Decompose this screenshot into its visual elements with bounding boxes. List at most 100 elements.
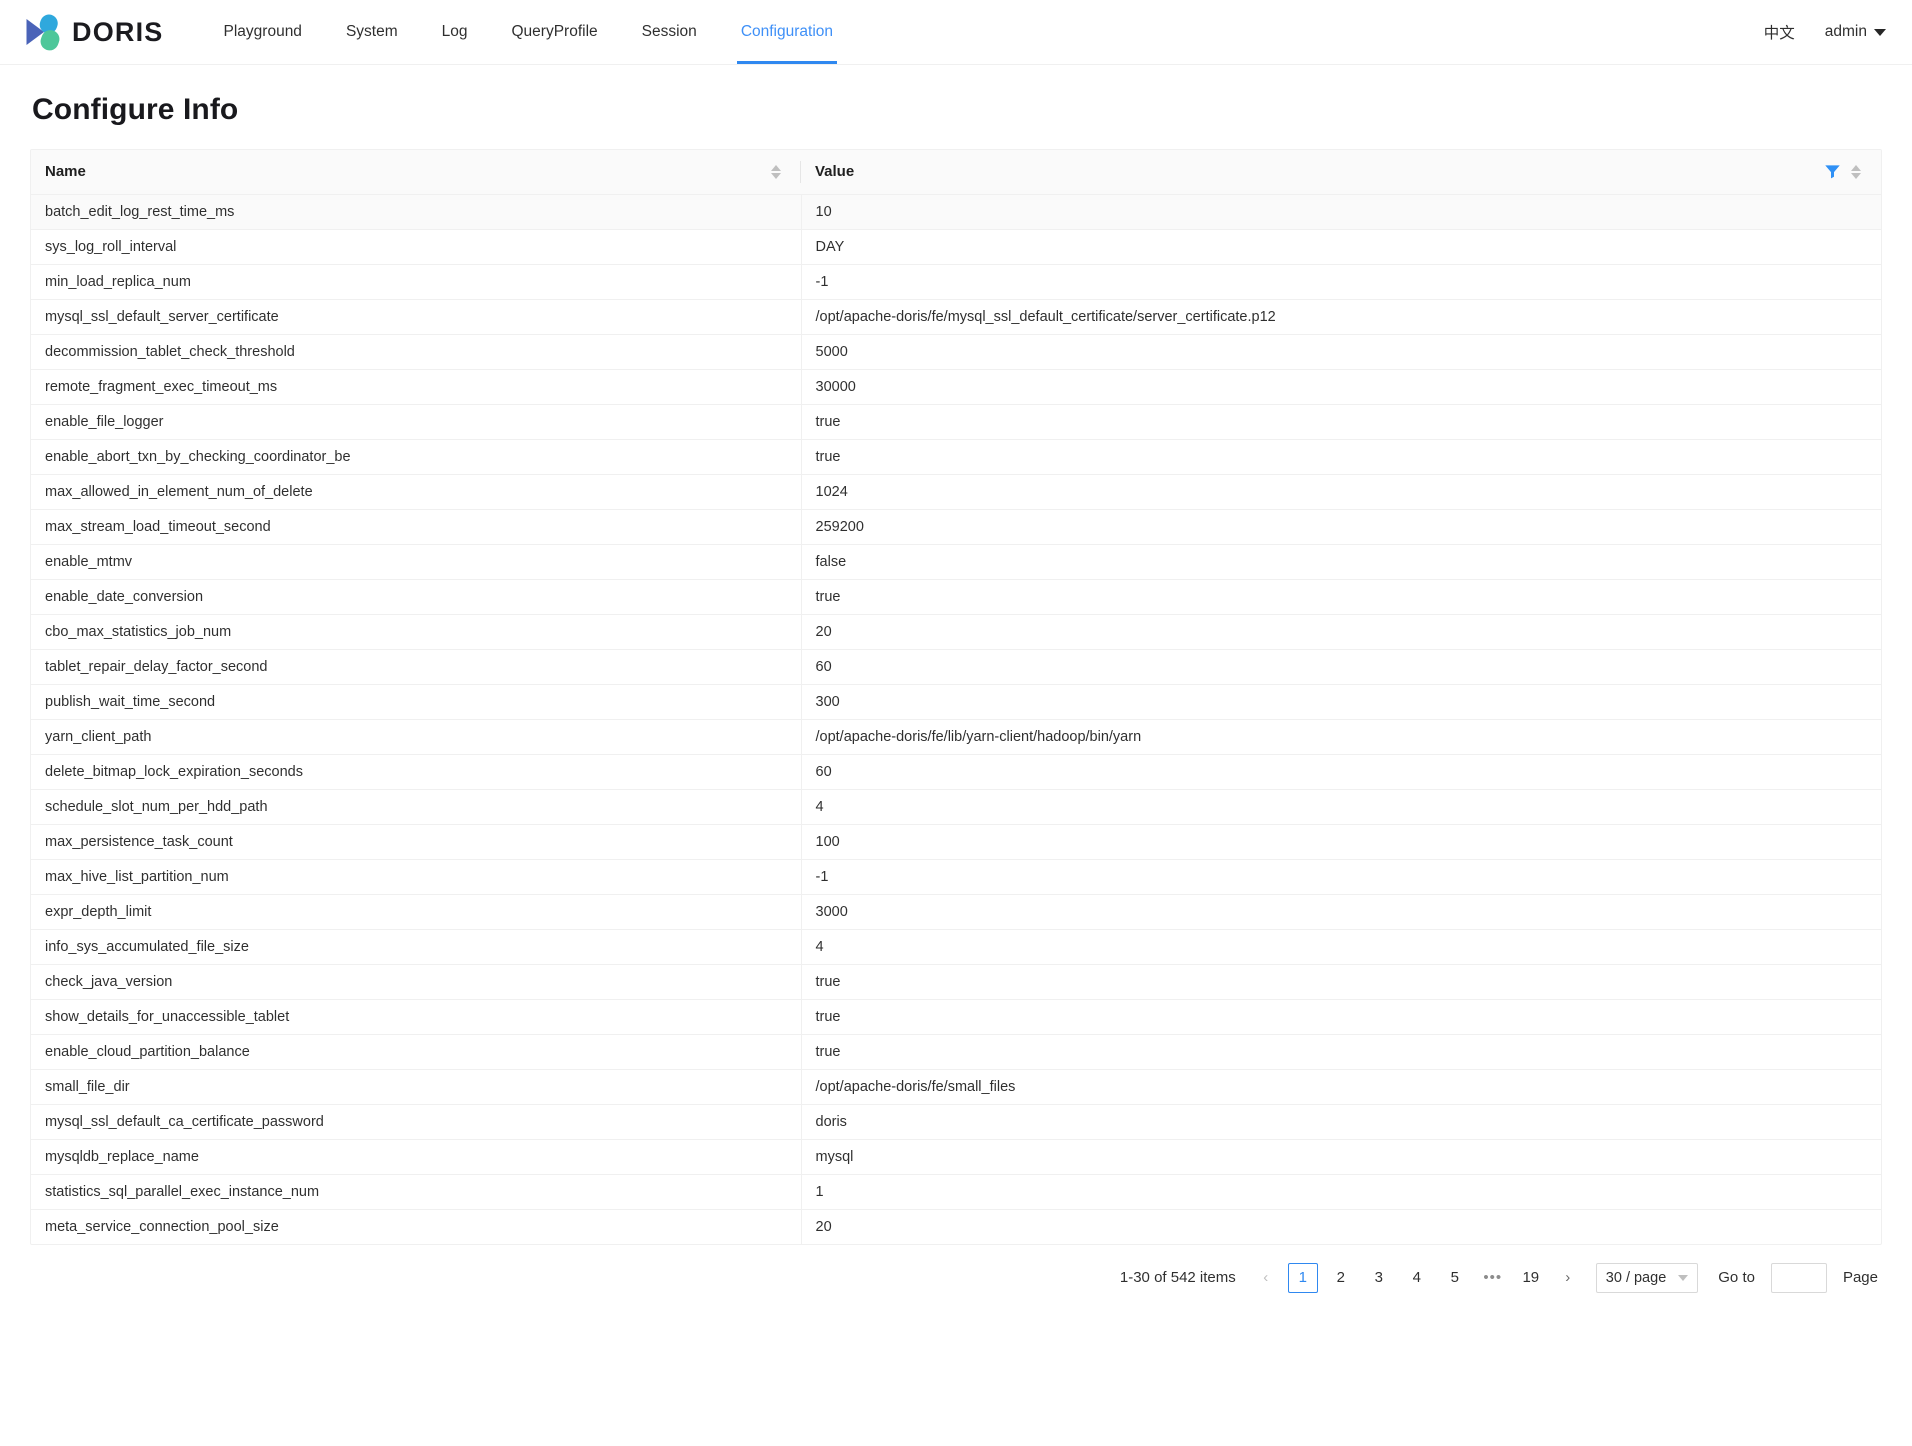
pagination-page-last[interactable]: 19 <box>1516 1263 1546 1293</box>
user-menu[interactable]: admin <box>1825 23 1886 41</box>
language-switch[interactable]: 中文 <box>1764 21 1795 43</box>
column-header-name[interactable]: Name <box>31 150 801 195</box>
pagination-next-button[interactable]: › <box>1554 1264 1582 1292</box>
cell-config-value: 20 <box>815 1218 832 1235</box>
sort-updown-icon[interactable] <box>771 164 781 179</box>
cell-config-name: mysqldb_replace_name <box>31 1139 802 1175</box>
cell-config-name: tablet_repair_delay_factor_second <box>31 649 802 685</box>
table-row[interactable]: enable_abort_txn_by_checking_coordinator… <box>31 439 1881 475</box>
brand-logo[interactable]: DORIS <box>24 0 164 64</box>
pagination-page-2[interactable]: 2 <box>1326 1263 1356 1293</box>
table-header-row: Name Value <box>31 150 1881 195</box>
cell-config-name: mysql_ssl_default_server_certificate <box>31 299 802 335</box>
table-row[interactable]: remote_fragment_exec_timeout_ms 30000 <box>31 369 1881 405</box>
cell-config-value: -1 <box>801 264 1881 300</box>
table-row[interactable]: mysql_ssl_default_ca_certificate_passwor… <box>31 1104 1881 1140</box>
cell-config-value: 30000 <box>801 369 1881 405</box>
top-navigation-bar: DORIS Playground System Log QueryProfile… <box>0 0 1912 65</box>
top-right-controls: 中文 admin <box>1764 21 1886 43</box>
table-row[interactable]: info_sys_accumulated_file_size 4 <box>31 929 1881 965</box>
cell-config-value: 5000 <box>801 334 1881 370</box>
table-row[interactable]: statistics_sql_parallel_exec_instance_nu… <box>31 1174 1881 1210</box>
cell-config-name: enable_cloud_partition_balance <box>31 1034 802 1070</box>
page-suffix-label: Page <box>1842 1269 1878 1286</box>
page-content: Configure Info Name Value batch_edit_log… <box>0 93 1912 1309</box>
goto-label: Go to <box>1718 1269 1755 1286</box>
column-header-value[interactable]: Value <box>801 150 1881 195</box>
cell-config-value: 1 <box>801 1174 1881 1210</box>
table-row[interactable]: meta_service_connection_pool_size 20 <box>31 1209 1881 1244</box>
table-row[interactable]: delete_bitmap_lock_expiration_seconds 60 <box>31 754 1881 790</box>
cell-config-name: decommission_tablet_check_threshold <box>31 334 802 370</box>
pagination-prev-button[interactable]: ‹ <box>1252 1264 1280 1292</box>
cell-config-name: yarn_client_path <box>31 719 802 755</box>
chevron-down-icon <box>1678 1274 1689 1281</box>
cell-config-name: cbo_max_statistics_job_num <box>31 614 802 650</box>
table-row[interactable]: max_stream_load_timeout_second 259200 <box>31 509 1881 545</box>
cell-config-value: 300 <box>801 684 1881 720</box>
table-row[interactable]: expr_depth_limit 3000 <box>31 894 1881 930</box>
nav-item-session[interactable]: Session <box>620 0 719 64</box>
table-row[interactable]: mysqldb_replace_name mysql <box>31 1139 1881 1175</box>
cell-config-value: mysql <box>801 1139 1881 1175</box>
table-row[interactable]: decommission_tablet_check_threshold 5000 <box>31 334 1881 370</box>
table-row[interactable]: max_allowed_in_element_num_of_delete 1024 <box>31 474 1881 510</box>
table-row[interactable]: enable_cloud_partition_balance true <box>31 1034 1881 1070</box>
goto-page-input[interactable] <box>1770 1262 1827 1293</box>
user-name-label: admin <box>1824 23 1867 40</box>
table-row[interactable]: tablet_repair_delay_factor_second 60 <box>31 649 1881 685</box>
nav-item-system[interactable]: System <box>324 0 420 64</box>
nav-item-log[interactable]: Log <box>420 0 490 64</box>
table-row[interactable]: schedule_slot_num_per_hdd_path 4 <box>31 789 1881 825</box>
table-row[interactable]: max_persistence_task_count 100 <box>31 824 1881 860</box>
pagination-jump-next-ellipsis[interactable]: ••• <box>1478 1269 1508 1286</box>
table-row[interactable]: sys_log_roll_interval DAY <box>31 229 1881 265</box>
table-row[interactable]: enable_file_logger true <box>31 404 1881 440</box>
cell-config-value: 259200 <box>801 509 1881 545</box>
pagination-page-1[interactable]: 1 <box>1287 1262 1318 1293</box>
filter-funnel-icon[interactable] <box>1824 163 1841 180</box>
table-row[interactable]: min_load_replica_num -1 <box>31 264 1881 300</box>
cell-config-name: delete_bitmap_lock_expiration_seconds <box>31 754 802 790</box>
pagination-page-3[interactable]: 3 <box>1364 1263 1394 1293</box>
table-row[interactable]: batch_edit_log_rest_time_ms 10 <box>31 194 1881 230</box>
table-row[interactable]: publish_wait_time_second 300 <box>31 684 1881 720</box>
page-size-select[interactable]: 30 / page <box>1595 1262 1699 1293</box>
table-row[interactable]: show_details_for_unaccessible_tablet true <box>31 999 1881 1035</box>
table-row[interactable]: small_file_dir/opt/apache-doris/fe/small… <box>31 1069 1881 1105</box>
cell-config-name: meta_service_connection_pool_size <box>31 1209 802 1244</box>
cell-config-name: enable_date_conversion <box>31 579 802 615</box>
cell-config-name: statistics_sql_parallel_exec_instance_nu… <box>31 1174 802 1210</box>
doris-logo-icon <box>24 12 62 52</box>
cell-config-value: true <box>801 404 1881 440</box>
cell-config-name: max_stream_load_timeout_second <box>31 509 802 545</box>
cell-config-value: false <box>801 544 1881 580</box>
table-row[interactable]: mysql_ssl_default_server_certificate/opt… <box>31 299 1881 335</box>
main-nav: Playground System Log QueryProfile Sessi… <box>202 0 856 64</box>
cell-config-value: -1 <box>801 859 1881 895</box>
table-row[interactable]: max_hive_list_partition_num -1 <box>31 859 1881 895</box>
pagination-page-5[interactable]: 5 <box>1440 1263 1470 1293</box>
nav-item-playground[interactable]: Playground <box>202 0 324 64</box>
pagination-page-4[interactable]: 4 <box>1402 1263 1432 1293</box>
cell-config-value: 4 <box>801 929 1881 965</box>
cell-config-name: max_persistence_task_count <box>31 824 802 860</box>
page-size-label: 30 / page <box>1605 1269 1667 1286</box>
cell-config-value: true <box>801 579 1881 615</box>
table-row[interactable]: enable_mtmv false <box>31 544 1881 580</box>
table-row[interactable]: cbo_max_statistics_job_num 20 <box>31 614 1881 650</box>
cell-config-name: check_java_version <box>31 964 802 1000</box>
cell-config-name: sys_log_roll_interval <box>31 229 802 265</box>
value-sort-updown-icon[interactable] <box>1851 164 1861 179</box>
cell-config-value: /opt/apache-doris/fe/mysql_ssl_default_c… <box>801 299 1881 335</box>
cell-config-name: small_file_dir <box>31 1069 802 1105</box>
table-row[interactable]: enable_date_conversion true <box>31 579 1881 615</box>
cell-config-value: true <box>801 1034 1881 1070</box>
table-row[interactable]: check_java_version true <box>31 964 1881 1000</box>
cell-config-value: 3000 <box>801 894 1881 930</box>
configure-info-table: Name Value batch_edit_log_rest_time_ms 1… <box>30 149 1882 1245</box>
table-row[interactable]: yarn_client_path/opt/apache-doris/fe/lib… <box>31 719 1881 755</box>
nav-item-queryprofile[interactable]: QueryProfile <box>490 0 620 64</box>
cell-config-value: 100 <box>801 824 1881 860</box>
nav-item-configuration[interactable]: Configuration <box>719 0 855 64</box>
